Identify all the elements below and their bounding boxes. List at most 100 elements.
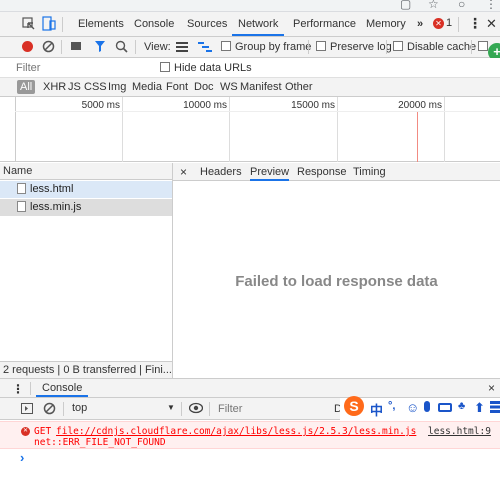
resource-type-filters: All XHR JS CSS Img Media Font Doc WS Man…	[0, 78, 500, 97]
request-list: Name less.html less.min.js 2 requests | …	[0, 163, 173, 378]
tab-network[interactable]: Network	[232, 12, 285, 36]
device-toolbar-icon[interactable]	[42, 16, 56, 35]
group-by-frame-checkbox[interactable]: Group by frame	[221, 37, 311, 57]
type-filter-font[interactable]: Font	[166, 78, 188, 96]
ime-toolbar: S 中 °, ☺ ♣ ⬆	[340, 396, 500, 420]
capture-screenshots-icon[interactable]	[71, 42, 81, 50]
preserve-log-checkbox[interactable]: Preserve log	[316, 37, 392, 57]
ime-logo-icon[interactable]: S	[344, 396, 364, 416]
show-sidebar-icon[interactable]	[21, 403, 33, 417]
type-filter-media[interactable]: Media	[132, 78, 162, 96]
disable-cache-label: Disable cache	[407, 41, 477, 53]
drawer-menu-icon[interactable]: ⋮	[12, 382, 24, 396]
extension-icon[interactable]: ▢	[400, 0, 411, 11]
type-filter-all[interactable]: All	[17, 80, 36, 94]
microphone-icon[interactable]	[424, 401, 430, 412]
error-method: GET	[34, 426, 52, 437]
close-detail-button[interactable]: ×	[180, 163, 187, 181]
error-detail: net::ERR_FILE_NOT_FOUND	[34, 437, 166, 448]
preview-error-message: Failed to load response data	[235, 273, 438, 290]
error-url-link[interactable]: file://cdnjs.cloudflare.com/ajax/libs/le…	[56, 426, 416, 437]
timeline-tick-label: 15000 ms	[291, 100, 335, 111]
type-filter-css[interactable]: CSS	[84, 78, 107, 96]
console-prompt-chevron: ›	[20, 450, 25, 465]
ime-user-icon[interactable]: ♣	[458, 400, 465, 412]
request-name: less.min.js	[30, 201, 82, 213]
detail-tabs: × Headers Preview Response Timing	[173, 163, 500, 181]
document-icon	[17, 183, 26, 194]
tab-timing[interactable]: Timing	[353, 163, 386, 181]
filter-icon[interactable]	[94, 40, 106, 56]
timeline-tick-label: 5000 ms	[81, 100, 120, 111]
search-icon[interactable]	[115, 40, 128, 56]
request-summary: 2 requests | 0 B transferred | Fini...	[0, 361, 172, 378]
tab-elements[interactable]: Elements	[72, 12, 130, 36]
name-column-header[interactable]: Name	[0, 163, 172, 180]
type-filter-ws[interactable]: WS	[220, 78, 238, 96]
ime-chinese-mode[interactable]: 中	[370, 400, 383, 419]
ime-toolbox-icon[interactable]	[490, 401, 500, 413]
clear-console-icon[interactable]	[43, 402, 56, 418]
network-toolbar: View: Group by frame Preserve log Disabl…	[0, 37, 500, 61]
tab-performance[interactable]: Performance	[287, 12, 362, 36]
type-filter-doc[interactable]: Doc	[194, 78, 214, 96]
live-expression-eye-icon[interactable]	[188, 402, 204, 417]
close-drawer-button[interactable]: ×	[488, 381, 495, 395]
star-icon[interactable]: ☆	[428, 0, 439, 11]
preserve-log-label: Preserve log	[330, 41, 392, 53]
group-by-frame-label: Group by frame	[235, 41, 312, 53]
offline-checkbox[interactable]	[478, 41, 488, 51]
context-selector[interactable]: top	[72, 402, 87, 414]
devtools-tabbar: Elements Console Sources Network Perform…	[0, 12, 500, 37]
timeline-overview[interactable]: 5000 ms 10000 ms 15000 ms 20000 ms	[0, 97, 500, 162]
error-icon: ✕	[21, 427, 30, 436]
hide-data-urls-label: Hide data URLs	[174, 62, 252, 74]
more-tabs-button[interactable]: »	[411, 12, 429, 36]
type-filter-img[interactable]: Img	[108, 78, 126, 96]
type-filter-manifest[interactable]: Manifest	[240, 78, 282, 96]
disable-cache-checkbox[interactable]: Disable cache	[393, 37, 476, 57]
tab-sources[interactable]: Sources	[181, 12, 233, 36]
request-row[interactable]: less.html	[0, 181, 172, 198]
browser-chrome-strip: ▢ ☆ ○ ⋮	[0, 0, 500, 12]
hide-data-urls-checkbox[interactable]: Hide data URLs	[160, 58, 252, 78]
filter-input[interactable]	[16, 60, 146, 76]
filter-row: Hide data URLs	[0, 58, 500, 78]
type-filter-other[interactable]: Other	[285, 78, 313, 96]
more-icon[interactable]: ⋮	[485, 0, 497, 11]
script-file-icon	[17, 201, 26, 212]
view-label: View:	[144, 41, 171, 53]
inspect-element-icon[interactable]	[22, 17, 36, 34]
devtools-menu-icon[interactable]: ⋮	[468, 15, 482, 32]
console-filter-input[interactable]	[218, 402, 328, 416]
tab-console-drawer[interactable]: Console	[36, 379, 89, 397]
console-error-message: ✕ GET file://cdnjs.cloudflare.com/ajax/l…	[0, 421, 500, 449]
clear-icon[interactable]	[42, 40, 55, 56]
large-rows-icon[interactable]	[176, 42, 188, 55]
error-source-link[interactable]: less.html:9	[428, 426, 491, 437]
tab-response[interactable]: Response	[297, 163, 347, 181]
account-icon[interactable]: ○	[458, 0, 465, 11]
context-dropdown-icon[interactable]: ▼	[167, 403, 175, 412]
keyboard-icon[interactable]	[438, 403, 452, 412]
type-filter-js[interactable]: JS	[68, 78, 81, 96]
tab-headers[interactable]: Headers	[200, 163, 242, 181]
close-devtools-icon[interactable]: ✕	[486, 16, 497, 32]
request-name: less.html	[30, 183, 74, 195]
tab-memory[interactable]: Memory	[360, 12, 412, 36]
tab-preview[interactable]: Preview	[250, 163, 290, 181]
emoji-icon[interactable]: ☺	[406, 400, 419, 415]
type-filter-xhr[interactable]: XHR	[43, 78, 66, 96]
load-event-marker	[417, 111, 418, 162]
drawer-tabbar: ⋮ Console ×	[0, 378, 500, 398]
timeline-tick-label: 20000 ms	[398, 100, 442, 111]
request-row[interactable]: less.min.js	[0, 199, 172, 216]
timeline-tick-label: 10000 ms	[183, 100, 227, 111]
record-icon[interactable]	[22, 41, 33, 52]
waterfall-icon[interactable]	[198, 42, 212, 55]
ime-skin-icon[interactable]: ⬆	[474, 400, 485, 416]
console-prompt-area[interactable]: ›	[0, 449, 500, 499]
ime-punctuation[interactable]: °,	[388, 400, 395, 412]
error-x-icon[interactable]: ✕	[433, 18, 444, 29]
tab-console[interactable]: Console	[128, 12, 180, 36]
